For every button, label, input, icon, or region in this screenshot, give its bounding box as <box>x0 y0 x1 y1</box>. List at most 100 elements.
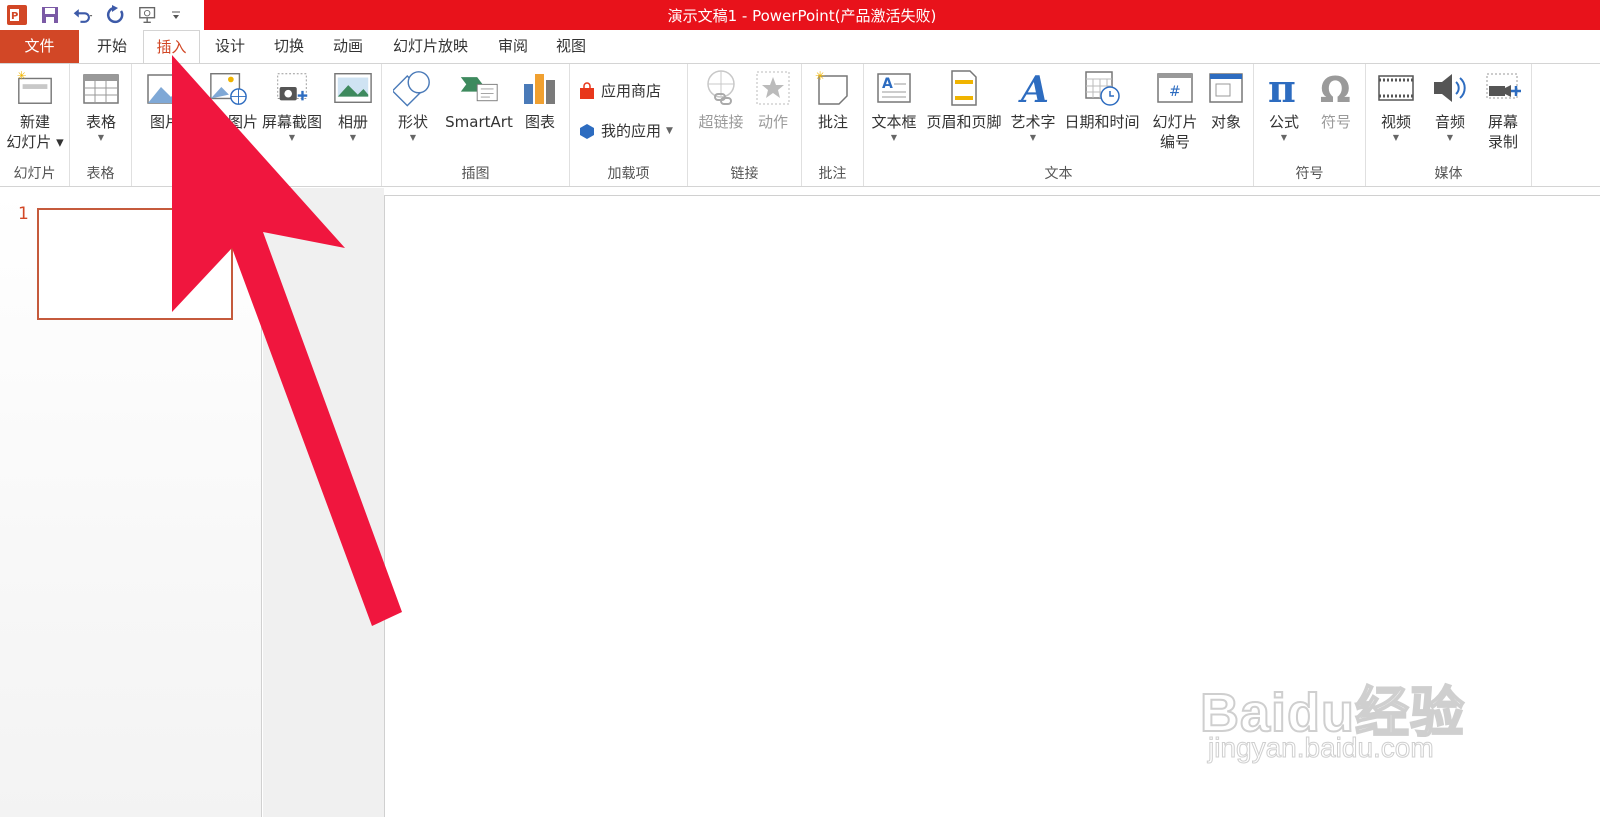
tab-file[interactable]: 文件 <box>0 30 79 63</box>
store-button[interactable]: 应用商店 <box>578 80 661 101</box>
action-button[interactable]: 动作 <box>750 67 796 132</box>
chevron-down-icon: ▼ <box>890 133 898 142</box>
tab-insert[interactable]: 插入 <box>143 30 200 64</box>
powerpoint-window: P 演示文稿1 - PowerPoint(产品激活失败) 文件 开始 插入 设计 <box>0 0 1600 817</box>
chevron-down-icon: ▼ <box>1029 133 1037 142</box>
screenshot-button[interactable]: 屏幕截图 ▼ <box>258 67 326 144</box>
shapes-button[interactable]: 形状 ▼ <box>390 67 436 144</box>
svg-text:Ω: Ω <box>1320 70 1351 108</box>
undo-icon[interactable] <box>72 4 94 26</box>
tab-design[interactable]: 设计 <box>202 30 258 63</box>
slide-number-button[interactable]: # 幻灯片 编号 <box>1144 67 1206 152</box>
group-addins: 应用商店 我的应用 ▼ 加载项 <box>570 64 688 186</box>
online-picture-button[interactable]: 联机图片 <box>194 67 262 132</box>
ribbon-tabs: 文件 开始 插入 设计 切换 动画 幻灯片放映 审阅 视图 <box>0 30 1600 64</box>
star-icon <box>753 67 793 109</box>
chevron-down-icon: ▼ <box>288 133 296 142</box>
online-picture-label: 联机图片 <box>197 113 258 131</box>
my-apps-icon <box>580 123 594 139</box>
picture-button[interactable]: 图片 <box>140 67 190 132</box>
online-picture-icon <box>208 67 248 109</box>
tab-animations[interactable]: 动画 <box>320 30 376 63</box>
album-label: 相册 <box>337 113 368 131</box>
object-button[interactable]: 对象 <box>1202 67 1250 132</box>
header-footer-icon <box>944 67 984 109</box>
object-label: 对象 <box>1210 113 1241 131</box>
textbox-label: 文本框 <box>871 113 917 131</box>
group-images: 图片 联机图片 屏幕截图 ▼ 相册 ▼ <box>132 64 382 186</box>
group-label-illustrations: 插图 <box>461 166 490 182</box>
smartart-button[interactable]: SmartArt <box>440 67 518 132</box>
slide-thumbnail[interactable] <box>37 208 233 320</box>
group-links: 超链接 动作 链接 <box>688 64 802 186</box>
chevron-down-icon: ▼ <box>1392 133 1400 142</box>
svg-text:A: A <box>1018 69 1049 108</box>
textbox-button[interactable]: A 文本框 ▼ <box>866 67 922 144</box>
film-icon <box>1376 67 1416 109</box>
comment-button[interactable]: ✳ 批注 <box>810 67 856 132</box>
table-button[interactable]: 表格 ▼ <box>78 67 124 144</box>
window-title: 演示文稿1 - PowerPoint(产品激活失败) <box>204 0 1600 30</box>
tab-transitions[interactable]: 切换 <box>260 30 318 63</box>
my-apps-button[interactable]: 我的应用 ▼ <box>578 120 673 141</box>
wordart-button[interactable]: A 艺术字 ▼ <box>1006 67 1060 144</box>
new-slide-icon: ✳ <box>15 67 55 109</box>
customize-icon[interactable] <box>171 4 181 26</box>
wordart-icon: A <box>1013 67 1053 109</box>
group-symbols: π 公式 ▼ Ω 符号 符号 <box>1254 64 1366 186</box>
store-icon <box>580 81 594 99</box>
smartart-icon <box>459 67 499 109</box>
chart-label: 图表 <box>524 113 555 131</box>
audio-button[interactable]: 音频 ▼ <box>1424 67 1476 144</box>
store-label: 应用商店 <box>601 82 662 100</box>
group-slides: ✳ 新建 幻灯片 ▾ 幻灯片 <box>0 64 70 186</box>
svg-text:A: A <box>882 76 893 92</box>
speaker-icon <box>1430 67 1470 109</box>
equation-label: 公式 <box>1268 113 1299 131</box>
pi-icon: π <box>1264 67 1304 109</box>
tab-slideshow[interactable]: 幻灯片放映 <box>378 30 483 63</box>
tab-view[interactable]: 视图 <box>543 30 599 63</box>
group-label-slides: 幻灯片 <box>13 166 56 182</box>
chevron-down-icon: ▼ <box>349 133 357 142</box>
video-button[interactable]: 视频 ▼ <box>1370 67 1422 144</box>
group-label-comments: 批注 <box>818 166 847 182</box>
group-illustrations: 形状 ▼ SmartArt 图表 插图 <box>382 64 570 186</box>
editor-background <box>263 188 384 817</box>
symbol-button[interactable]: Ω 符号 <box>1310 67 1362 132</box>
tab-home[interactable]: 开始 <box>82 30 142 63</box>
powerpoint-logo-icon[interactable]: P <box>6 4 28 26</box>
screenshot-icon <box>272 67 312 109</box>
datetime-button[interactable]: 日期和时间 <box>1060 67 1144 132</box>
screen-recording-button[interactable]: 屏幕 录制 <box>1478 67 1528 152</box>
group-label-addins: 加载项 <box>607 166 650 182</box>
slide-number-label-2: 编号 <box>1159 133 1190 151</box>
chevron-down-icon: ▼ <box>1446 133 1454 142</box>
new-slide-label-2: 幻灯片 ▾ <box>6 133 64 151</box>
watermark-url: jingyan.baidu.com <box>1208 732 1435 764</box>
new-slide-button[interactable]: ✳ 新建 幻灯片 ▾ <box>4 67 66 152</box>
chevron-down-icon: ▼ <box>666 125 673 136</box>
header-footer-button[interactable]: 页眉和页脚 <box>922 67 1006 132</box>
slide-number-label: 幻灯片 <box>1152 113 1198 131</box>
header-footer-label: 页眉和页脚 <box>926 113 1002 131</box>
album-icon <box>333 67 373 109</box>
chart-button[interactable]: 图表 <box>518 67 562 132</box>
chevron-down-icon: ▼ <box>1280 133 1288 142</box>
chevron-down-icon: ▼ <box>97 133 105 142</box>
comment-label: 批注 <box>817 113 848 131</box>
chevron-down-icon: ▼ <box>409 133 417 142</box>
album-button[interactable]: 相册 ▼ <box>328 67 378 144</box>
hyperlink-button[interactable]: 超链接 <box>694 67 748 132</box>
hyperlink-label: 超链接 <box>698 113 744 131</box>
redo-icon[interactable] <box>105 4 127 26</box>
group-label-text: 文本 <box>1044 166 1073 182</box>
screen-recording-icon <box>1483 67 1523 109</box>
symbol-label: 符号 <box>1320 113 1351 131</box>
presentation-icon[interactable] <box>138 4 160 26</box>
equation-button[interactable]: π 公式 ▼ <box>1258 67 1310 144</box>
save-icon[interactable] <box>39 4 61 26</box>
tab-review[interactable]: 审阅 <box>485 30 541 63</box>
wordart-label: 艺术字 <box>1010 113 1056 131</box>
group-media: 视频 ▼ 音频 ▼ 屏幕 录制 媒体 <box>1366 64 1532 186</box>
